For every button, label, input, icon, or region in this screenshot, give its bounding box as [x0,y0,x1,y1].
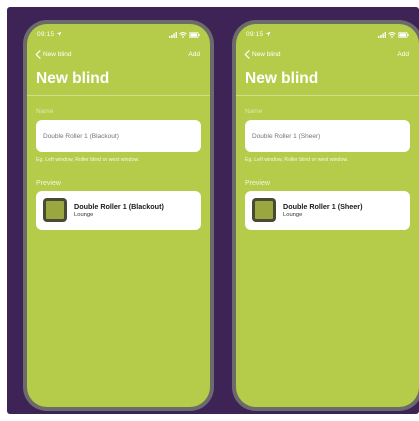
status-time-text: 09:15 [37,31,55,38]
status-bar: 09:15 [27,31,210,43]
blind-swatch-icon [43,198,67,222]
app-screen: 09:15 New blind Add New blind Name Eg. L… [236,24,419,407]
app-screen: 09:15 New blind Add New blind Name Eg. L… [27,24,210,407]
chevron-left-icon [35,50,41,59]
phone-mockup-blackout: 09:15 New blind Add New blind Name Eg. L… [23,20,214,411]
status-time: 09:15 [246,31,271,38]
add-button[interactable]: Add [188,51,200,58]
status-icons [169,31,200,39]
name-hint: Eg. Left window, Roller blind or west wi… [245,157,349,163]
status-time-text: 09:15 [246,31,264,38]
chevron-left-icon [244,50,250,59]
preview-card: Double Roller 1 (Blackout) Lounge [36,191,201,230]
back-label: New blind [43,51,72,58]
preview-room-name: Lounge [74,212,94,218]
battery-icon [189,32,200,38]
back-button[interactable]: New blind [244,50,281,59]
battery-icon [398,32,409,38]
back-label: New blind [252,51,281,58]
nav-bar: New blind Add [236,50,419,64]
divider [236,95,419,96]
name-field[interactable] [36,120,201,152]
preview-label: Preview [245,180,270,187]
signal-icon [169,32,177,38]
phone-mockup-sheer: 09:15 New blind Add New blind Name Eg. L… [232,20,419,411]
name-hint: Eg. Left window, Roller blind or west wi… [36,157,140,163]
back-button[interactable]: New blind [35,50,72,59]
location-arrow-icon [56,31,62,37]
divider [27,95,210,96]
preview-card: Double Roller 1 (Sheer) Lounge [245,191,410,230]
signal-icon [378,32,386,38]
status-icons [378,31,409,39]
wifi-icon [388,32,396,38]
nav-bar: New blind Add [27,50,210,64]
wifi-icon [179,32,187,38]
name-label: Name [36,108,54,115]
preview-label: Preview [36,180,61,187]
blind-swatch-icon [252,198,276,222]
name-label: Name [245,108,263,115]
page-title: New blind [36,70,110,87]
page-title: New blind [245,70,319,87]
location-arrow-icon [265,31,271,37]
blind-swatch-fill [255,201,273,219]
preview-blind-name: Double Roller 1 (Blackout) [74,202,164,211]
preview-blind-name: Double Roller 1 (Sheer) [283,202,363,211]
preview-room-name: Lounge [283,212,303,218]
blind-swatch-fill [46,201,64,219]
status-bar: 09:15 [236,31,419,43]
add-button[interactable]: Add [397,51,409,58]
name-field[interactable] [245,120,410,152]
status-time: 09:15 [37,31,62,38]
